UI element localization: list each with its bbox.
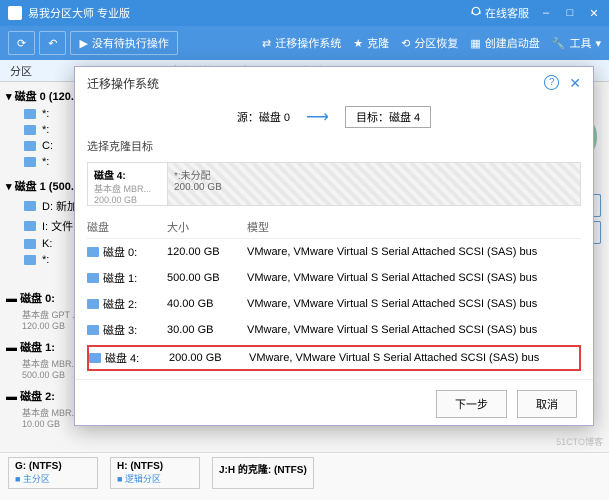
drive-icon bbox=[24, 221, 36, 231]
table-header: 磁盘 大小 模型 bbox=[87, 216, 581, 239]
drive-icon bbox=[89, 353, 101, 363]
recovery-icon: ⟲ bbox=[401, 37, 410, 50]
drive-icon bbox=[87, 247, 99, 257]
table-row-selected[interactable]: 磁盘 4:200.00 GBVMware, VMware Virtual S S… bbox=[87, 345, 581, 371]
drive-icon bbox=[24, 109, 36, 119]
boot-icon: ▦ bbox=[470, 37, 480, 50]
table-row[interactable]: 磁盘 0:120.00 GBVMware, VMware Virtual S S… bbox=[87, 239, 581, 265]
chevron-down-icon: ▾ bbox=[595, 37, 601, 50]
bottom-cell-jh[interactable]: J:H 的克隆: (NTFS) bbox=[212, 457, 314, 489]
undo-button[interactable]: ↶ bbox=[39, 31, 66, 55]
pending-ops-button[interactable]: ▶ 没有待执行操作 bbox=[70, 31, 177, 55]
drive-icon bbox=[87, 325, 99, 335]
dialog-footer: 下一步 取消 bbox=[75, 379, 593, 428]
refresh-button[interactable]: ⟳ bbox=[8, 31, 35, 55]
play-icon: ▶ bbox=[79, 37, 87, 50]
create-boot-button[interactable]: ▦创建启动盘 bbox=[470, 35, 539, 51]
source-target-row: 源：磁盘 0 ⟶ 目标：磁盘 4 bbox=[75, 100, 593, 134]
clone-button[interactable]: ★克隆 bbox=[353, 35, 389, 51]
wrench-icon: 🔧 bbox=[552, 37, 566, 50]
dialog-header: 迁移操作系统 ? ✕ bbox=[75, 67, 593, 100]
bottom-cell-g[interactable]: G: (NTFS) ■ 主分区 bbox=[8, 457, 98, 489]
drive-icon bbox=[24, 157, 36, 167]
help-icon[interactable]: ? bbox=[544, 75, 559, 90]
refresh-icon: ⟳ bbox=[17, 37, 26, 50]
drive-icon bbox=[24, 141, 36, 151]
watermark: 51CTO博客 bbox=[556, 435, 603, 448]
headset-icon bbox=[470, 5, 482, 17]
target-unallocated: *:未分配 200.00 GB bbox=[168, 163, 580, 205]
drive-icon bbox=[24, 125, 36, 135]
table-row[interactable]: 磁盘 1:500.00 GBVMware, VMware Virtual S S… bbox=[87, 265, 581, 291]
target-disk-info[interactable]: 磁盘 4: 基本盘 MBR... 200.00 GB bbox=[88, 163, 168, 205]
maximize-button[interactable]: □ bbox=[563, 6, 577, 20]
bottom-strip: G: (NTFS) ■ 主分区 H: (NTFS) ■ 逻辑分区 J:H 的克隆… bbox=[0, 452, 609, 500]
partition-recovery-button[interactable]: ⟲分区恢复 bbox=[401, 35, 458, 51]
tools-button[interactable]: 🔧工具▾ bbox=[552, 35, 601, 51]
select-target-label: 选择克隆目标 bbox=[75, 134, 593, 158]
migrate-os-dialog: 迁移操作系统 ? ✕ 源：磁盘 0 ⟶ 目标：磁盘 4 选择克隆目标 磁盘 4:… bbox=[74, 66, 594, 426]
toolbar: ⟳ ↶ ▶ 没有待执行操作 ⇄迁移操作系统 ★克隆 ⟲分区恢复 ▦创建启动盘 🔧… bbox=[0, 26, 609, 60]
migrate-icon: ⇄ bbox=[262, 37, 271, 50]
table-row[interactable]: 磁盘 3:30.00 GBVMware, VMware Virtual S Se… bbox=[87, 317, 581, 343]
customer-service-link[interactable]: 在线客服 bbox=[470, 5, 529, 21]
bottom-cell-h[interactable]: H: (NTFS) ■ 逻辑分区 bbox=[110, 457, 200, 489]
drive-icon bbox=[87, 299, 99, 309]
minimize-button[interactable]: – bbox=[539, 6, 553, 20]
close-button[interactable]: ✕ bbox=[587, 6, 601, 20]
target-label: 目标：磁盘 4 bbox=[345, 106, 431, 128]
app-title: 易我分区大师 专业版 bbox=[28, 5, 130, 21]
close-icon[interactable]: ✕ bbox=[569, 75, 581, 92]
source-label: 源：磁盘 0 bbox=[237, 109, 290, 125]
migrate-os-button[interactable]: ⇄迁移操作系统 bbox=[262, 35, 341, 51]
drive-icon bbox=[24, 255, 36, 265]
cancel-button[interactable]: 取消 bbox=[517, 390, 577, 418]
arrow-right-icon: ⟶ bbox=[306, 107, 329, 127]
app-logo-icon bbox=[8, 6, 22, 20]
disk-table: 磁盘 大小 模型 磁盘 0:120.00 GBVMware, VMware Vi… bbox=[75, 210, 593, 379]
target-disk-strip: 磁盘 4: 基本盘 MBR... 200.00 GB *:未分配 200.00 … bbox=[87, 162, 581, 206]
undo-icon: ↶ bbox=[48, 37, 57, 50]
clone-icon: ★ bbox=[353, 37, 363, 50]
dialog-title: 迁移操作系统 bbox=[87, 75, 159, 92]
drive-icon bbox=[87, 273, 99, 283]
next-button[interactable]: 下一步 bbox=[436, 390, 507, 418]
titlebar: 易我分区大师 专业版 在线客服 – □ ✕ bbox=[0, 0, 609, 26]
drive-icon bbox=[24, 239, 36, 249]
drive-icon bbox=[24, 201, 36, 211]
table-row[interactable]: 磁盘 2:40.00 GBVMware, VMware Virtual S Se… bbox=[87, 291, 581, 317]
